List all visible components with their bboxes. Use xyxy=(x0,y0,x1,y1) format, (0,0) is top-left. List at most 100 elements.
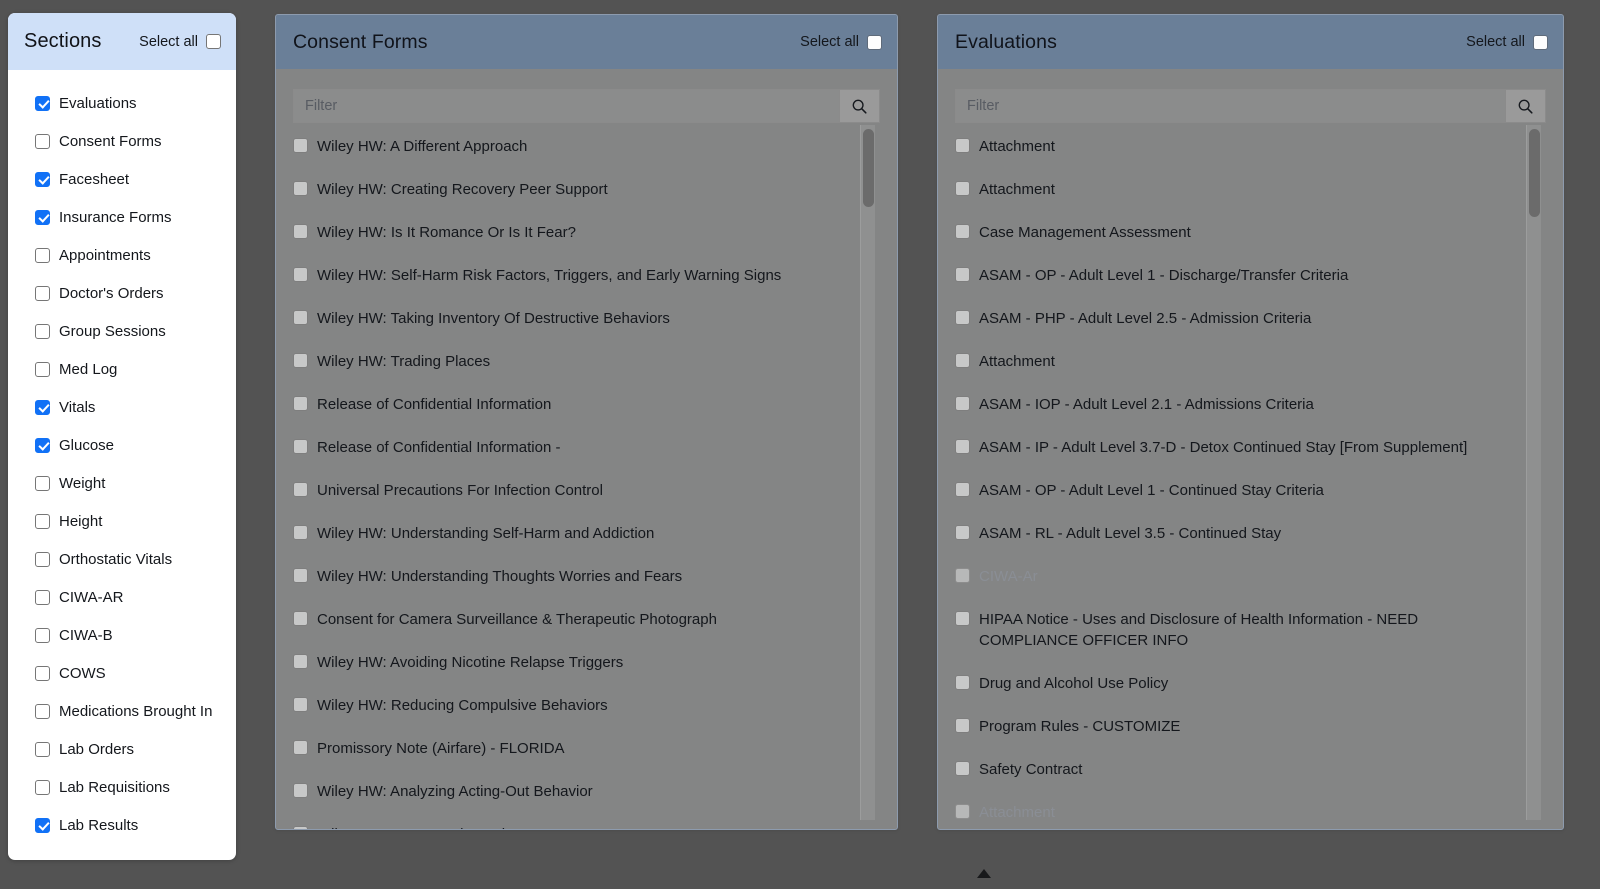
section-item-checkbox[interactable] xyxy=(35,589,50,605)
evaluation-item[interactable]: ASAM - PHP - Adult Level 2.5 - Admission… xyxy=(955,297,1520,340)
sections-select-all-checkbox[interactable] xyxy=(206,34,221,49)
consent-form-item-checkbox[interactable] xyxy=(293,267,308,282)
section-item-checkbox[interactable] xyxy=(35,513,50,529)
consent-form-item[interactable]: Wiley HW: Trading Places xyxy=(293,340,854,383)
consent-form-item-checkbox[interactable] xyxy=(293,181,308,196)
consent-forms-select-all[interactable]: Select all xyxy=(800,34,882,50)
section-item-checkbox[interactable] xyxy=(35,475,50,491)
consent-form-item[interactable]: Wiley HW: Reducing Compulsive Behaviors xyxy=(293,684,854,727)
section-item-checkbox[interactable] xyxy=(35,437,50,453)
consent-form-item-checkbox[interactable] xyxy=(293,525,308,540)
section-item[interactable]: Orthostatic Vitals xyxy=(8,540,236,578)
consent-form-item[interactable]: Universal Precautions For Infection Cont… xyxy=(293,469,854,512)
section-item[interactable]: Lab Requisitions xyxy=(8,768,236,806)
consent-form-item[interactable]: Release of Confidential Information - xyxy=(293,426,854,469)
consent-form-item[interactable]: Wiley HW: Is It Romance Or Is It Fear? xyxy=(293,211,854,254)
evaluation-item-checkbox[interactable] xyxy=(955,482,970,497)
consent-form-item[interactable]: Wiley HW: Taking Inventory Of Destructiv… xyxy=(293,297,854,340)
section-item[interactable]: CIWA-AR xyxy=(8,578,236,616)
evaluation-item[interactable]: Attachment xyxy=(955,340,1520,383)
consent-form-item[interactable]: Wiley HW: Understanding Self-Harm and Ad… xyxy=(293,512,854,555)
consent-form-item[interactable]: Promissory Note (Airfare) - FLORIDA xyxy=(293,727,854,770)
consent-form-item-checkbox[interactable] xyxy=(293,310,308,325)
evaluation-item[interactable]: ASAM - IP - Adult Level 3.7-D - Detox Co… xyxy=(955,426,1520,469)
evaluations-scroll-thumb[interactable] xyxy=(1529,129,1540,217)
consent-form-item[interactable]: Wiley HW: A Different Approach xyxy=(293,125,854,168)
consent-form-item[interactable]: Wiley HW: How Interdependent Am I? 2017 … xyxy=(293,813,854,829)
consent-form-item-checkbox[interactable] xyxy=(293,740,308,755)
evaluations-select-all-checkbox[interactable] xyxy=(1533,34,1548,50)
evaluation-item-checkbox[interactable] xyxy=(955,718,970,733)
section-item[interactable]: Lab Orders xyxy=(8,730,236,768)
section-item[interactable]: CIWA-B xyxy=(8,616,236,654)
section-item-checkbox[interactable] xyxy=(35,285,50,301)
consent-form-item[interactable]: Wiley HW: Analyzing Acting-Out Behavior xyxy=(293,770,854,813)
section-item[interactable]: Med Log xyxy=(8,350,236,388)
evaluation-item-checkbox[interactable] xyxy=(955,396,970,411)
section-item[interactable]: Doctor's Orders xyxy=(8,274,236,312)
evaluation-item-checkbox[interactable] xyxy=(955,675,970,690)
section-item-checkbox[interactable] xyxy=(35,703,50,719)
evaluation-item[interactable]: Safety Contract xyxy=(955,748,1520,791)
consent-form-item[interactable]: Wiley HW: Creating Recovery Peer Support xyxy=(293,168,854,211)
evaluation-item-checkbox[interactable] xyxy=(955,267,970,282)
consent-form-item-checkbox[interactable] xyxy=(293,611,308,626)
section-item-checkbox[interactable] xyxy=(35,399,50,415)
evaluation-item-checkbox[interactable] xyxy=(955,611,970,626)
section-item[interactable]: Lab Results xyxy=(8,806,236,844)
section-item[interactable]: Group Sessions xyxy=(8,312,236,350)
consent-form-item[interactable]: Wiley HW: Understanding Thoughts Worries… xyxy=(293,555,854,598)
evaluation-item[interactable]: Case Management Assessment xyxy=(955,211,1520,254)
evaluations-select-all[interactable]: Select all xyxy=(1466,34,1548,50)
consent-form-item-checkbox[interactable] xyxy=(293,568,308,583)
evaluation-item-checkbox[interactable] xyxy=(955,224,970,239)
section-item[interactable]: Appointments xyxy=(8,236,236,274)
section-item-checkbox[interactable] xyxy=(35,133,50,149)
section-item-checkbox[interactable] xyxy=(35,741,50,757)
evaluation-item-checkbox[interactable] xyxy=(955,310,970,325)
section-item-checkbox[interactable] xyxy=(35,171,50,187)
consent-forms-scrollbar[interactable] xyxy=(860,125,875,820)
section-item-checkbox[interactable] xyxy=(35,779,50,795)
evaluation-item[interactable]: Program Rules - CUSTOMIZE xyxy=(955,705,1520,748)
section-item-checkbox[interactable] xyxy=(35,247,50,263)
section-item-checkbox[interactable] xyxy=(35,323,50,339)
evaluation-item[interactable]: Attachment xyxy=(955,168,1520,211)
consent-forms-filter-input[interactable] xyxy=(294,90,839,122)
evaluation-item[interactable]: ASAM - OP - Adult Level 1 - Discharge/Tr… xyxy=(955,254,1520,297)
section-item[interactable]: Vitals xyxy=(8,388,236,426)
evaluations-filter-input[interactable] xyxy=(956,90,1505,122)
evaluation-item-checkbox[interactable] xyxy=(955,353,970,368)
evaluation-item[interactable]: ASAM - IOP - Adult Level 2.1 - Admission… xyxy=(955,383,1520,426)
section-item[interactable]: Evaluations xyxy=(8,84,236,122)
consent-form-item[interactable]: Wiley HW: Avoiding Nicotine Relapse Trig… xyxy=(293,641,854,684)
evaluation-item-checkbox[interactable] xyxy=(955,525,970,540)
consent-form-item-checkbox[interactable] xyxy=(293,138,308,153)
section-item[interactable]: Medications Brought In xyxy=(8,692,236,730)
evaluation-item[interactable]: ASAM - OP - Adult Level 1 - Continued St… xyxy=(955,469,1520,512)
evaluation-item[interactable]: HIPAA Notice - Uses and Disclosure of He… xyxy=(955,598,1520,662)
consent-form-item-checkbox[interactable] xyxy=(293,224,308,239)
consent-forms-scroll-thumb[interactable] xyxy=(863,129,874,207)
evaluations-search-button[interactable] xyxy=(1505,90,1545,122)
consent-form-item-checkbox[interactable] xyxy=(293,482,308,497)
consent-form-item[interactable]: Release of Confidential Information xyxy=(293,383,854,426)
section-item-checkbox[interactable] xyxy=(35,817,50,833)
evaluation-item[interactable]: ASAM - RL - Adult Level 3.5 - Continued … xyxy=(955,512,1520,555)
evaluations-scrollbar[interactable] xyxy=(1526,125,1541,820)
consent-forms-select-all-checkbox[interactable] xyxy=(867,34,882,50)
section-item-checkbox[interactable] xyxy=(35,209,50,225)
consent-form-item-checkbox[interactable] xyxy=(293,697,308,712)
section-item[interactable]: COWS xyxy=(8,654,236,692)
evaluation-item-checkbox[interactable] xyxy=(955,439,970,454)
evaluation-item-checkbox[interactable] xyxy=(955,138,970,153)
consent-form-item-checkbox[interactable] xyxy=(293,439,308,454)
sections-select-all[interactable]: Select all xyxy=(139,34,221,50)
consent-form-item-checkbox[interactable] xyxy=(293,783,308,798)
consent-form-item-checkbox[interactable] xyxy=(293,826,308,829)
evaluation-item[interactable]: Attachment xyxy=(955,125,1520,168)
consent-forms-search-button[interactable] xyxy=(839,90,879,122)
section-item-checkbox[interactable] xyxy=(35,551,50,567)
section-item[interactable]: Insurance Forms xyxy=(8,198,236,236)
evaluation-item-checkbox[interactable] xyxy=(955,181,970,196)
